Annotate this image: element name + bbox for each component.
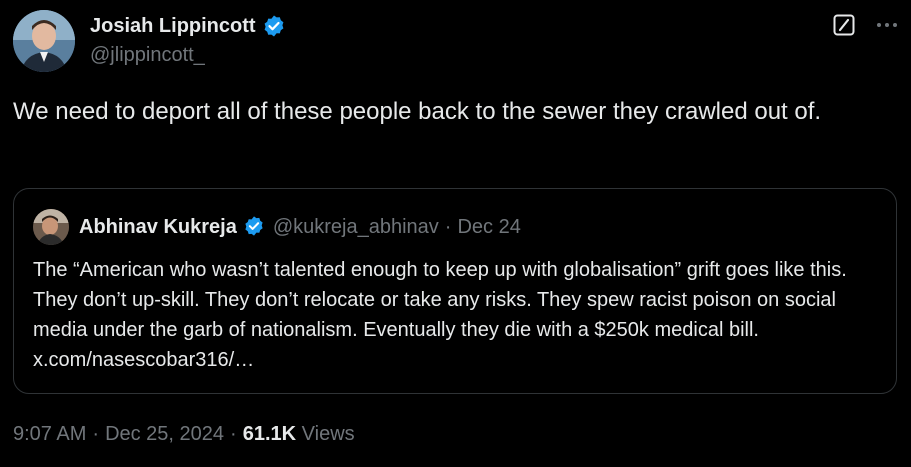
quoted-post-header: Abhinav Kukreja @kukreja_abhinav · Dec 2…: [33, 209, 521, 245]
quoted-post-body: The “American who wasn’t talented enough…: [33, 259, 847, 341]
quoted-post-card[interactable]: Abhinav Kukreja @kukreja_abhinav · Dec 2…: [13, 188, 897, 394]
views-block[interactable]: 61.1K Views: [243, 423, 355, 446]
quoted-verified-badge-icon[interactable]: [243, 215, 267, 239]
quoted-header-separator: ·: [444, 215, 452, 238]
quoted-author-handle[interactable]: @kukreja_abhinav: [273, 216, 439, 239]
top-actions: [832, 13, 898, 42]
post-meta: 9:07 AM · Dec 25, 2024 · 61.1K Views: [13, 423, 355, 446]
meta-separator: ·: [92, 423, 100, 445]
author-display-name[interactable]: Josiah Lippincott: [90, 15, 256, 38]
views-label: Views: [301, 423, 355, 445]
quoted-post-text: The “American who wasn’t talented enough…: [33, 255, 883, 375]
author-avatar[interactable]: [13, 10, 75, 72]
quoted-author-avatar[interactable]: [33, 209, 69, 245]
author-handle[interactable]: @jlippincott_: [90, 44, 286, 67]
grok-icon[interactable]: [832, 13, 856, 42]
post-text: We need to deport all of these people ba…: [13, 98, 822, 125]
post-date[interactable]: Dec 25, 2024: [105, 423, 224, 446]
post-time[interactable]: 9:07 AM: [13, 423, 86, 446]
verified-badge-icon[interactable]: [262, 14, 286, 38]
quoted-author-avatar-image: [33, 209, 69, 245]
author-block: Josiah Lippincott @jlippincott_: [90, 12, 286, 67]
author-name-row: Josiah Lippincott: [90, 12, 286, 40]
author-avatar-image: [13, 10, 75, 72]
meta-separator: ·: [230, 423, 237, 445]
tweet: Josiah Lippincott @jlippincott_ We need …: [0, 0, 911, 467]
quoted-author-display-name[interactable]: Abhinav Kukreja: [79, 216, 237, 239]
views-count: 61.1K: [242, 423, 297, 445]
quoted-post-date[interactable]: Dec 24: [457, 216, 520, 239]
quoted-post-link[interactable]: x.com/nasescobar316/…: [33, 349, 254, 371]
more-icon[interactable]: [876, 13, 898, 42]
